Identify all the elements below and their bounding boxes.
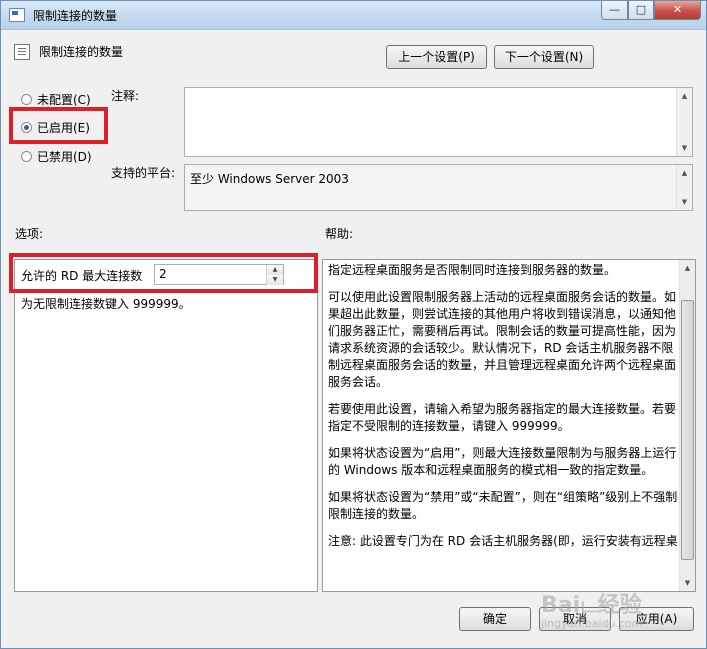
scroll-down-arrow[interactable]: ▼ (677, 194, 692, 210)
scroll-down-arrow[interactable]: ▼ (680, 575, 695, 591)
options-label: 选项: (15, 227, 44, 241)
radio-indicator[interactable] (21, 151, 32, 162)
scroll-thumb[interactable] (681, 300, 694, 560)
help-panel[interactable]: 指定远程桌面服务是否限制同时连接到服务器的数量。 可以使用此设置限制服务器上活动… (322, 259, 696, 592)
help-paragraph: 指定远程桌面服务是否限制同时连接到服务器的数量。 (328, 263, 617, 277)
window-title: 限制连接的数量 (33, 9, 118, 23)
scroll-up-arrow[interactable]: ▲ (680, 260, 695, 276)
comment-text (185, 88, 692, 94)
title-bar[interactable]: 限制连接的数量 — □ ✕ (1, 1, 706, 30)
comment-scrollbar[interactable]: ▲ ▼ (676, 88, 692, 156)
help-paragraph: 如果将状态设置为“禁用”或“未配置”，则在“组策略”级别上不强制限制连接的数量。 (328, 490, 678, 521)
maximize-button[interactable]: □ (628, 1, 654, 20)
app-icon (9, 8, 25, 22)
help-text: 指定远程桌面服务是否限制同时连接到服务器的数量。 可以使用此设置限制服务器上活动… (328, 262, 678, 560)
radio-disabled[interactable]: 已禁用(D) (21, 148, 92, 165)
scroll-down-arrow[interactable]: ▼ (677, 140, 692, 156)
hint-text: 为无限制连接数键入 999999。 (21, 297, 191, 311)
help-paragraph: 注意: 此设置专门为在 RD 会话主机服务器(即，运行安装有远程桌 (328, 534, 678, 548)
help-paragraph: 如果将状态设置为“启用”，则最大连接数量限制为与服务器上运行的 Windows … (328, 446, 677, 477)
help-scrollbar[interactable]: ▲ ▼ (679, 260, 695, 591)
radio-not-configured[interactable]: 未配置(C) (21, 91, 91, 108)
watermark-url: jingyan.baidu.com (541, 617, 643, 630)
policy-setting-icon (14, 44, 30, 60)
highlight-box (9, 107, 108, 144)
watermark-logo: Baiட经验 jingyan.baidu.com (541, 587, 643, 630)
ok-button[interactable]: 确定 (459, 607, 531, 631)
help-paragraph: 可以使用此设置限制服务器上活动的远程桌面服务会话的数量。如果超出此数量，则尝试连… (328, 290, 677, 389)
options-panel: 允许的 RD 最大连接数 2 ▲ ▼ 为无限制连接数键入 999999。 (14, 259, 318, 592)
platform-scrollbar[interactable]: ▲ ▼ (676, 165, 692, 210)
minimize-button[interactable]: — (601, 1, 628, 20)
comment-textarea[interactable]: ▲ ▼ (184, 87, 693, 157)
platform-label: 支持的平台: (111, 166, 176, 180)
comment-label: 注释: (111, 89, 140, 103)
scroll-up-arrow[interactable]: ▲ (677, 88, 692, 104)
help-paragraph: 若要使用此设置，请输入希望为服务器指定的最大连接数量。若要指定不受限制的连接数量… (328, 402, 677, 433)
setting-heading: 限制连接的数量 (39, 45, 124, 59)
platform-text: 至少 Windows Server 2003 (190, 172, 349, 186)
radio-label: 未配置(C) (37, 93, 91, 107)
watermark-text: Baiட经验 (541, 593, 642, 618)
help-label: 帮助: (325, 227, 354, 241)
scroll-up-arrow[interactable]: ▲ (677, 165, 692, 181)
radio-label: 已禁用(D) (37, 150, 92, 164)
previous-setting-button[interactable]: 上一个设置(P) (386, 45, 487, 69)
next-setting-button[interactable]: 下一个设置(N) (494, 45, 594, 69)
close-button[interactable]: ✕ (654, 1, 701, 20)
highlight-box (9, 253, 318, 293)
radio-indicator[interactable] (21, 94, 32, 105)
policy-dialog: 限制连接的数量 — □ ✕ 限制连接的数量 上一个设置(P) 下一个设置(N) … (0, 0, 707, 649)
platform-textarea[interactable]: 至少 Windows Server 2003 ▲ ▼ (184, 164, 693, 211)
